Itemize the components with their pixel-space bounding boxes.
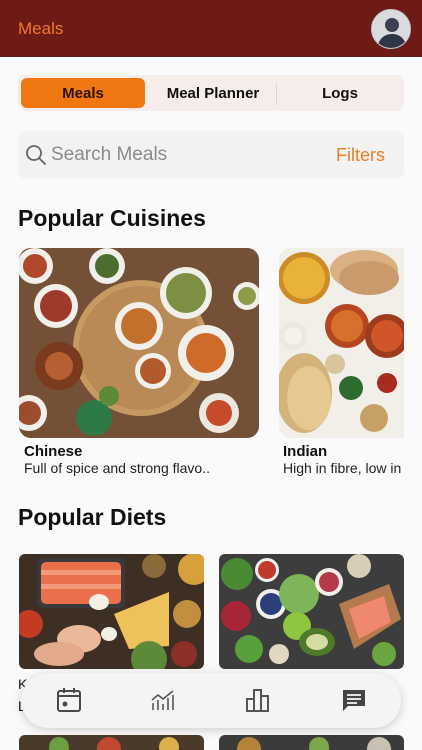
indian-food-image: [279, 248, 404, 438]
cuisine-desc-indian: High in fibre, low in: [283, 460, 402, 476]
tab-logs[interactable]: Logs: [278, 78, 402, 108]
diet-card-1[interactable]: [19, 554, 204, 669]
diet-food-image-3: [19, 735, 204, 750]
popular-diets-title: Popular Diets: [18, 504, 167, 530]
search-input[interactable]: [51, 139, 311, 171]
chat-icon: [343, 690, 365, 711]
diet-card-2[interactable]: [219, 554, 404, 669]
diet-food-image-2: [219, 554, 404, 669]
segmented-tabs: Meals Meal Planner Logs: [18, 75, 404, 111]
tab-divider: [276, 83, 277, 105]
cuisine-name-chinese: Chinese: [24, 443, 83, 460]
app-title: Meals: [18, 19, 64, 38]
search-icon: [26, 145, 46, 165]
nav-stats[interactable]: [243, 685, 273, 715]
cuisine-desc-chinese: Full of spice and strong flavo..: [24, 460, 210, 476]
cuisine-name-indian: Indian: [283, 443, 328, 460]
avatar[interactable]: [371, 9, 411, 49]
tab-meals[interactable]: Meals: [21, 78, 145, 108]
nav-calendar[interactable]: [54, 685, 84, 715]
search-bar: Filters: [18, 131, 404, 179]
nav-messages[interactable]: [339, 685, 369, 715]
user-avatar-icon: [372, 10, 410, 48]
popular-cuisines-title: Popular Cuisines: [18, 205, 206, 231]
bar-graph-icon: [246, 689, 269, 712]
chinese-food-image: [19, 248, 259, 438]
app-bar: Meals: [0, 0, 422, 57]
diet-card-4[interactable]: [219, 735, 404, 750]
cuisine-card-indian[interactable]: [279, 248, 404, 438]
cuisine-card-chinese[interactable]: [19, 248, 259, 438]
chart-icon: [151, 690, 174, 710]
diet-food-image-1: [19, 554, 204, 669]
calendar-icon: [57, 688, 81, 712]
bottom-nav: [21, 673, 401, 728]
tab-meal-planner[interactable]: Meal Planner: [148, 78, 278, 108]
filters-button[interactable]: Filters: [336, 145, 385, 166]
diet-food-image-4: [219, 735, 404, 750]
diet-card-3[interactable]: [19, 735, 204, 750]
nav-progress[interactable]: [148, 685, 178, 715]
